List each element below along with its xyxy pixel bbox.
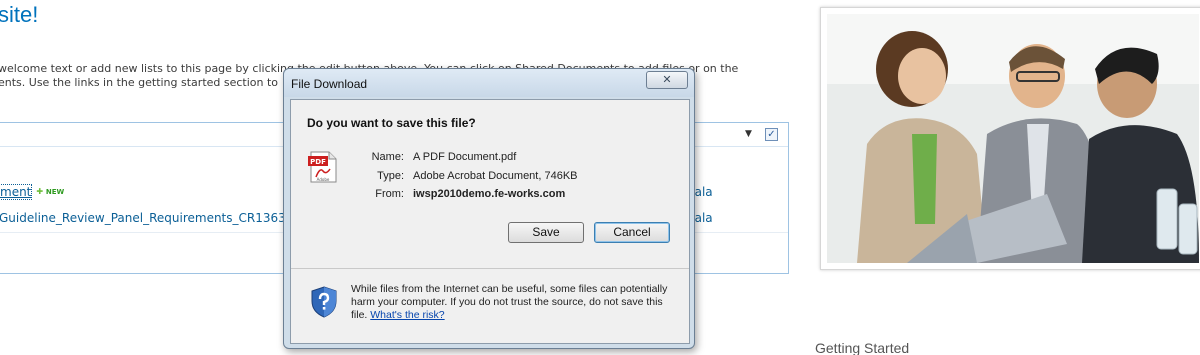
getting-started-heading: Getting Started (815, 340, 910, 355)
dialog-titlebar[interactable]: File Download ✕ (284, 69, 694, 97)
warning-line-3-text: file. (351, 309, 368, 321)
dialog-body: Do you want to save this file? PDF Adobe… (290, 99, 690, 344)
type-value: Adobe Acrobat Document, 746KB (413, 170, 578, 182)
warning-line-3: file. What's the risk? (351, 309, 681, 322)
file-download-dialog: File Download ✕ Do you want to save this… (283, 68, 695, 349)
list-item: Guideline_Review_Panel_Requirements_CR13… (0, 211, 286, 225)
whats-the-risk-link[interactable]: What's the risk? (370, 309, 444, 321)
close-icon[interactable]: ✕ (646, 71, 688, 89)
list-item: mentNEW (0, 184, 64, 200)
security-shield-icon (311, 286, 337, 318)
pdf-icon-label: PDF (310, 158, 326, 166)
save-button[interactable]: Save (508, 222, 584, 243)
team-photo-image (827, 14, 1199, 263)
type-label: Type: (377, 170, 404, 182)
checkbox-icon[interactable]: ✓ (765, 128, 778, 141)
new-badge: NEW (36, 188, 64, 196)
dialog-title: File Download (291, 77, 368, 91)
warning-line-2: harm your computer. If you do not trust … (351, 296, 663, 308)
chevron-down-icon[interactable]: ▼ (745, 129, 752, 139)
document-link[interactable]: Guideline_Review_Panel_Requirements_CR13… (0, 211, 286, 225)
security-warning: While files from the Internet can be use… (351, 283, 681, 322)
page-title: site! (0, 2, 39, 27)
document-link[interactable]: ment (0, 184, 33, 200)
from-value: iwsp2010demo.fe-works.com (413, 188, 566, 200)
name-label: Name: (371, 151, 404, 163)
team-photo-frame (820, 7, 1200, 270)
name-value: A PDF Document.pdf (413, 151, 517, 163)
pdf-file-icon: PDF Adobe (308, 151, 337, 183)
from-label: From: (375, 188, 404, 200)
dialog-question: Do you want to save this file? (307, 116, 476, 130)
team-photo (827, 14, 1199, 263)
divider (291, 268, 689, 269)
pdf-icon-sublabel: Adobe (317, 177, 330, 182)
cancel-button[interactable]: Cancel (594, 222, 670, 243)
warning-line-1: While files from the Internet can be use… (351, 283, 668, 295)
